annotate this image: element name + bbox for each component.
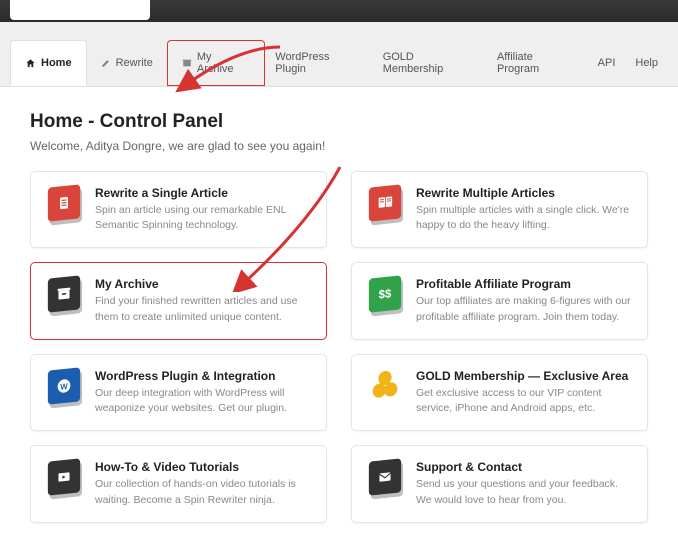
pencil-icon: [101, 58, 111, 68]
tab-affiliate-program[interactable]: Affiliate Program: [487, 40, 588, 86]
tab-wordpress-plugin[interactable]: WordPress Plugin: [265, 40, 372, 86]
card-title: Rewrite Multiple Articles: [416, 186, 631, 200]
home-icon: [25, 58, 36, 69]
card-title: Profitable Affiliate Program: [416, 277, 631, 291]
archive-icon: [182, 58, 192, 68]
wordpress-icon: W: [48, 367, 80, 404]
tab-api[interactable]: API: [588, 40, 626, 86]
card-howto[interactable]: How-To & Video Tutorials Our collection …: [30, 445, 327, 522]
card-desc: Find your finished rewritten articles an…: [95, 294, 310, 324]
page-title: Home - Control Panel: [30, 111, 648, 133]
video-icon: [48, 459, 80, 496]
documents-icon: [369, 184, 401, 221]
tab-home[interactable]: Home: [10, 40, 87, 86]
tab-label: GOLD Membership: [383, 51, 477, 75]
card-rewrite-multi[interactable]: Rewrite Multiple Articles Spin multiple …: [351, 171, 648, 248]
tab-label: Affiliate Program: [497, 51, 578, 75]
card-desc: Spin an article using our remarkable ENL…: [95, 203, 310, 233]
welcome-text: Welcome, Aditya Dongre, we are glad to s…: [30, 139, 648, 153]
tab-label: Rewrite: [116, 57, 153, 69]
card-desc: Spin multiple articles with a single cli…: [416, 203, 631, 233]
tab-label: Home: [41, 57, 72, 69]
tab-help[interactable]: Help: [625, 40, 668, 86]
tabs-bar: Home Rewrite My Archive WordPress Plugin…: [0, 22, 678, 87]
card-affiliate[interactable]: $$ Profitable Affiliate Program Our top …: [351, 262, 648, 339]
document-icon: [48, 184, 80, 221]
card-title: Rewrite a Single Article: [95, 186, 310, 200]
card-desc: Send us your questions and your feedback…: [416, 477, 631, 507]
tab-label: Help: [635, 57, 658, 69]
card-title: How-To & Video Tutorials: [95, 460, 310, 474]
card-rewrite-single[interactable]: Rewrite a Single Article Spin an article…: [30, 171, 327, 248]
dollar-text: $$: [379, 287, 392, 302]
card-desc: Get exclusive access to our VIP content …: [416, 386, 631, 416]
gold-circles-icon: [369, 367, 401, 404]
tab-rewrite[interactable]: Rewrite: [87, 40, 167, 86]
logo: [10, 0, 150, 20]
card-my-archive[interactable]: My Archive Find your finished rewritten …: [30, 262, 327, 339]
card-title: WordPress Plugin & Integration: [95, 369, 310, 383]
card-support[interactable]: Support & Contact Send us your questions…: [351, 445, 648, 522]
card-desc: Our collection of hands-on video tutoria…: [95, 477, 310, 507]
card-title: GOLD Membership — Exclusive Area: [416, 369, 631, 383]
card-desc: Our deep integration with WordPress will…: [95, 386, 310, 416]
tab-my-archive[interactable]: My Archive: [167, 40, 265, 86]
card-title: My Archive: [95, 277, 310, 291]
envelope-icon: [369, 459, 401, 496]
tab-gold-membership[interactable]: GOLD Membership: [373, 40, 487, 86]
archive-box-icon: [48, 276, 80, 313]
card-wordpress[interactable]: W WordPress Plugin & Integration Our dee…: [30, 354, 327, 431]
card-title: Support & Contact: [416, 460, 631, 474]
card-desc: Our top affiliates are making 6-figures …: [416, 294, 631, 324]
tab-label: API: [598, 57, 616, 69]
card-gold[interactable]: GOLD Membership — Exclusive Area Get exc…: [351, 354, 648, 431]
money-icon: $$: [369, 276, 401, 313]
tab-label: WordPress Plugin: [275, 51, 362, 75]
card-grid: Rewrite a Single Article Spin an article…: [30, 171, 648, 523]
tab-label: My Archive: [197, 51, 250, 75]
svg-text:W: W: [60, 382, 68, 392]
content-area: Home - Control Panel Welcome, Aditya Don…: [0, 87, 678, 547]
